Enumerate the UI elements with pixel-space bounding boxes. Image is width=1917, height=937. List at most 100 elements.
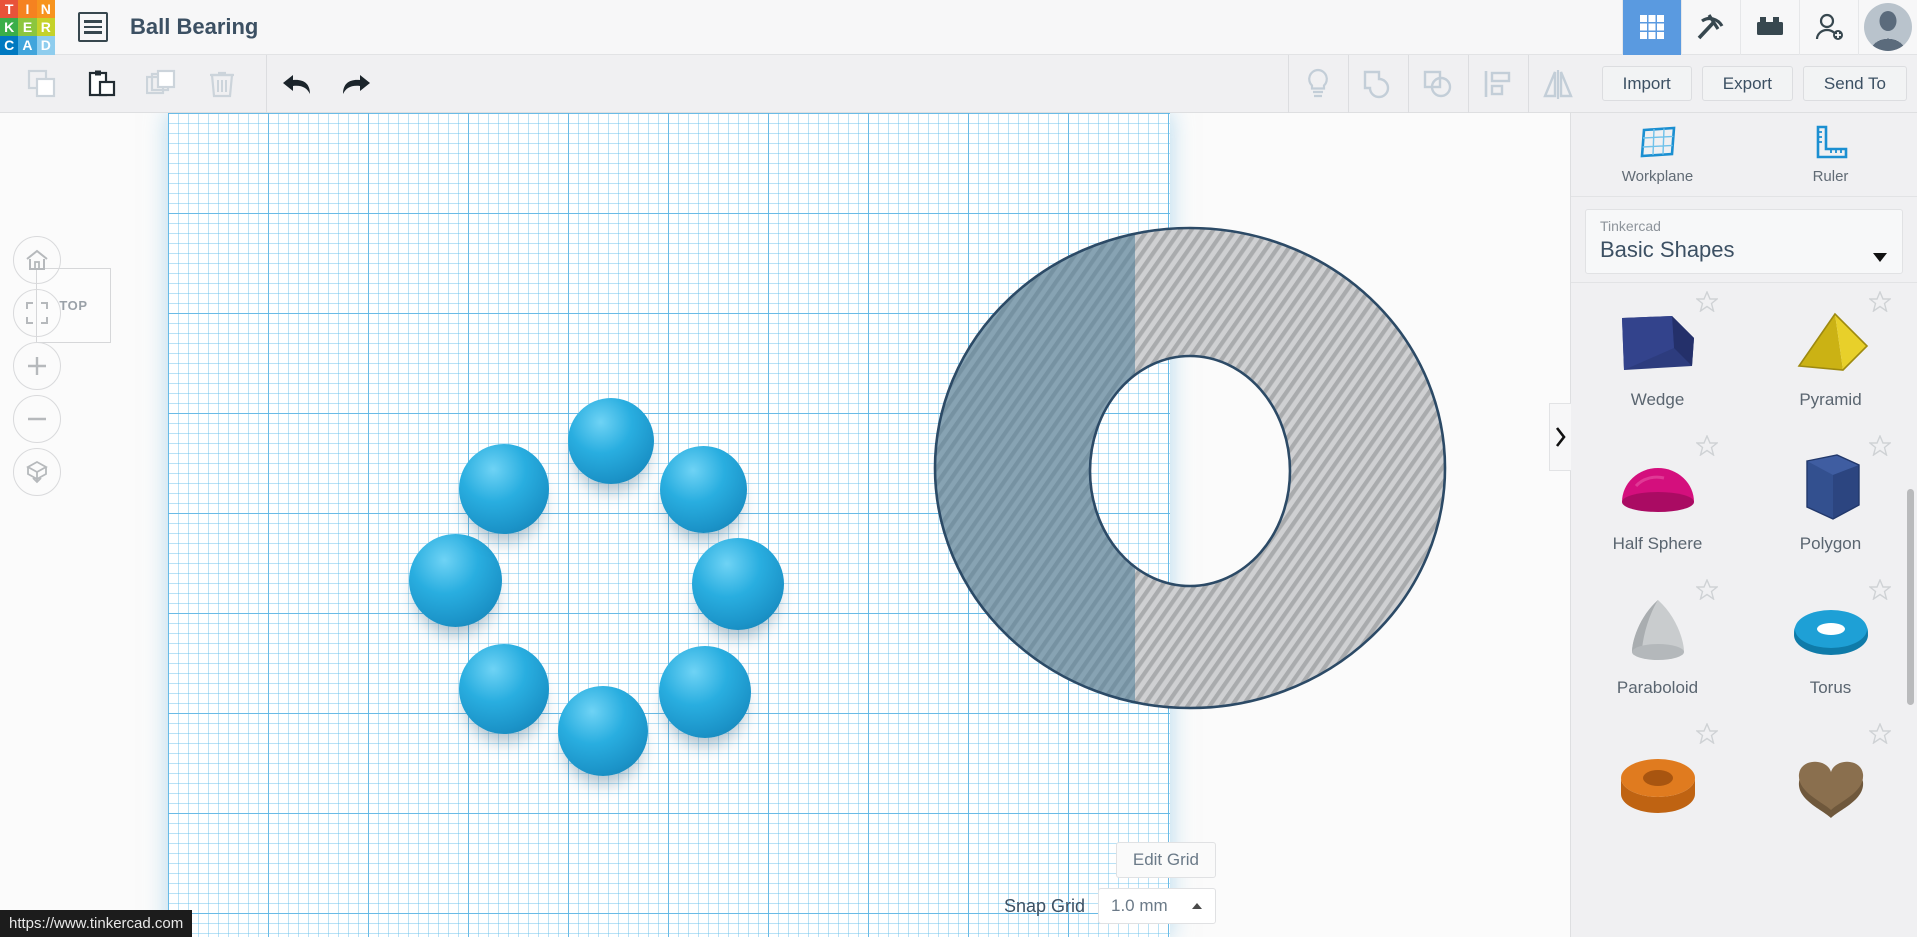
bearing-ball[interactable] bbox=[568, 398, 654, 484]
send-to-button[interactable]: Send To bbox=[1802, 66, 1907, 101]
top-bar: T I N K E R C A D Ball Bearing bbox=[0, 0, 1917, 55]
status-bar-url: https://www.tinkercad.com bbox=[0, 910, 193, 937]
shape-item-pyramid[interactable]: Pyramid bbox=[1744, 283, 1917, 427]
library-source-label: Tinkercad bbox=[1600, 218, 1661, 234]
fit-view-icon bbox=[26, 302, 48, 324]
hint-button[interactable] bbox=[1287, 54, 1348, 113]
favorite-star-icon[interactable] bbox=[1696, 291, 1718, 312]
perspective-toggle-button[interactable] bbox=[13, 448, 61, 496]
shape-list[interactable]: Wedge Pyramid Half Sphere Polygon Parabo… bbox=[1571, 282, 1917, 937]
panel-tools: Workplane Ruler bbox=[1571, 113, 1917, 197]
lego-brick-button[interactable] bbox=[1740, 0, 1799, 55]
workplane-label: Workplane bbox=[1621, 168, 1694, 185]
bearing-ball[interactable] bbox=[409, 534, 502, 627]
shapes-scrollbar[interactable] bbox=[1907, 489, 1914, 705]
mirror-flip-icon bbox=[1543, 69, 1573, 99]
delete-trash-icon bbox=[210, 71, 234, 97]
torus-art bbox=[1785, 588, 1877, 676]
logo-tile: K bbox=[0, 17, 19, 37]
shapes-panel: Workplane Ruler Tinkercad Basic Shapes W… bbox=[1549, 113, 1917, 937]
paraboloid-art bbox=[1612, 588, 1704, 676]
favorite-star-icon[interactable] bbox=[1696, 579, 1718, 600]
zoom-in-button[interactable] bbox=[13, 342, 61, 390]
zoom-out-button[interactable] bbox=[13, 395, 61, 443]
pyramid-art bbox=[1785, 300, 1877, 388]
group-shapes-icon bbox=[1363, 70, 1390, 98]
grid-controls: Edit Grid Snap Grid 1.0 mm bbox=[1004, 842, 1216, 924]
ring-hole-shape[interactable] bbox=[930, 223, 1450, 713]
snap-grid-value: 1.0 mm bbox=[1111, 896, 1168, 915]
avatar[interactable] bbox=[1864, 3, 1912, 51]
ruler-tool[interactable]: Ruler bbox=[1744, 113, 1917, 196]
shape-item-tube[interactable] bbox=[1571, 715, 1744, 859]
favorite-star-icon[interactable] bbox=[1696, 435, 1718, 456]
group-button[interactable] bbox=[1347, 54, 1408, 113]
tinkercad-app: T I N K E R C A D Ball Bearing Import Ex… bbox=[0, 0, 1917, 937]
paste-icon bbox=[88, 70, 116, 96]
redo-button[interactable] bbox=[326, 55, 386, 113]
chevron-down-icon bbox=[1873, 253, 1887, 262]
bearing-ball[interactable] bbox=[558, 686, 648, 776]
duplicate-button[interactable] bbox=[132, 55, 192, 113]
collapse-panel-button[interactable] bbox=[1549, 403, 1571, 471]
shape-label: Paraboloid bbox=[1616, 678, 1699, 697]
export-button[interactable]: Export bbox=[1701, 66, 1793, 101]
bearing-ball[interactable] bbox=[459, 644, 549, 734]
shape-item-half-sphere[interactable]: Half Sphere bbox=[1571, 427, 1744, 571]
add-user-button[interactable] bbox=[1799, 0, 1858, 55]
shape-item-heart[interactable] bbox=[1744, 715, 1917, 859]
shape-item-paraboloid[interactable]: Paraboloid bbox=[1571, 571, 1744, 715]
shape-item-wedge[interactable]: Wedge bbox=[1571, 283, 1744, 427]
ruler-icon bbox=[1816, 125, 1847, 159]
shape-library-select[interactable]: Tinkercad Basic Shapes bbox=[1585, 209, 1903, 274]
favorite-star-icon[interactable] bbox=[1869, 435, 1891, 456]
codeblocks-button[interactable] bbox=[1681, 0, 1740, 55]
avatar-container[interactable] bbox=[1858, 0, 1917, 55]
fit-to-view-button[interactable] bbox=[13, 289, 61, 337]
duplicate-icon bbox=[146, 69, 176, 94]
chevron-up-icon bbox=[1192, 903, 1202, 909]
home-view-button[interactable] bbox=[13, 236, 61, 284]
delete-button[interactable] bbox=[192, 55, 252, 113]
favorite-star-icon[interactable] bbox=[1869, 291, 1891, 312]
bearing-ball[interactable] bbox=[659, 646, 751, 738]
undo-button[interactable] bbox=[266, 54, 326, 113]
favorite-star-icon[interactable] bbox=[1869, 723, 1891, 744]
shape-label: Pyramid bbox=[1799, 390, 1862, 409]
logo-tile: I bbox=[18, 0, 37, 18]
workplane-tool[interactable]: Workplane bbox=[1571, 113, 1744, 196]
design-canvas[interactable]: TOP Edit Grid Snap Grid 1.0 mm bbox=[0, 113, 1570, 937]
mirror-button[interactable] bbox=[1527, 54, 1588, 113]
gallery-grid-button[interactable] bbox=[1622, 0, 1681, 55]
ruler-label: Ruler bbox=[1812, 168, 1849, 185]
add-user-icon bbox=[1815, 13, 1843, 40]
logo-tile: C bbox=[0, 36, 19, 55]
import-button[interactable]: Import bbox=[1601, 66, 1692, 101]
shape-item-polygon[interactable]: Polygon bbox=[1744, 427, 1917, 571]
minus-icon bbox=[28, 417, 46, 421]
logo-tile: A bbox=[18, 36, 37, 55]
lightbulb-hint-icon bbox=[1308, 68, 1328, 97]
heart-art bbox=[1785, 742, 1877, 830]
undo-icon bbox=[282, 74, 310, 94]
favorite-star-icon[interactable] bbox=[1696, 723, 1718, 744]
align-button[interactable] bbox=[1467, 54, 1528, 113]
edit-grid-button[interactable]: Edit Grid bbox=[1115, 842, 1216, 878]
codeblocks-pickaxe-icon bbox=[1697, 14, 1724, 40]
align-icon bbox=[1484, 70, 1511, 97]
favorite-star-icon[interactable] bbox=[1869, 579, 1891, 600]
list-document-icon[interactable] bbox=[78, 12, 108, 42]
shape-item-torus[interactable]: Torus bbox=[1744, 571, 1917, 715]
copy-button[interactable] bbox=[12, 55, 72, 113]
snap-grid-row: Snap Grid 1.0 mm bbox=[1004, 888, 1216, 924]
bearing-ball[interactable] bbox=[692, 538, 784, 630]
shape-label: Wedge bbox=[1630, 390, 1685, 409]
redo-icon bbox=[343, 74, 370, 94]
paste-button[interactable] bbox=[72, 55, 132, 113]
ungroup-shapes-icon bbox=[1423, 70, 1452, 97]
snap-grid-select[interactable]: 1.0 mm bbox=[1098, 888, 1216, 924]
bearing-ball[interactable] bbox=[459, 444, 549, 534]
tinkercad-logo[interactable]: T I N K E R C A D bbox=[0, 0, 55, 55]
ungroup-button[interactable] bbox=[1407, 54, 1468, 113]
bearing-ball[interactable] bbox=[660, 446, 747, 533]
